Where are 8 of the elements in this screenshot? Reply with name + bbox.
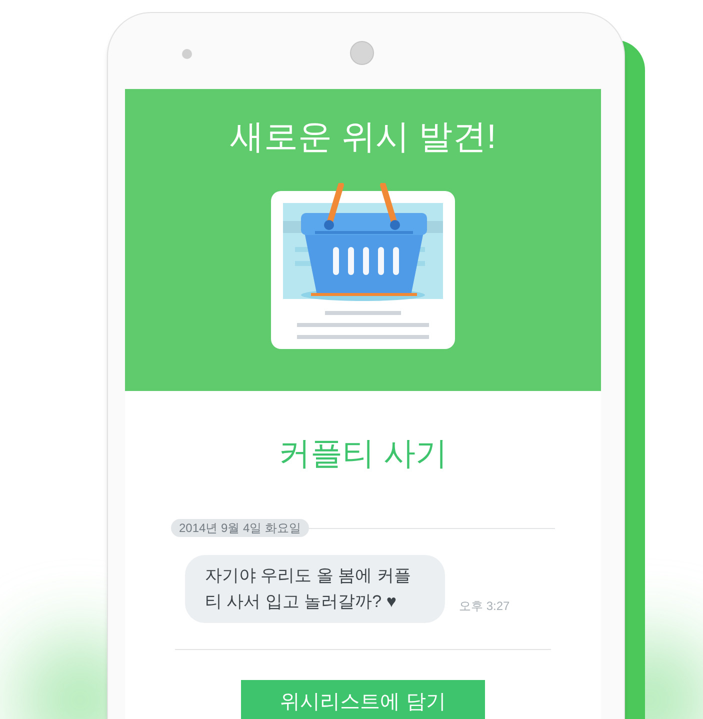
- date-chip: 2014년 9월 4일 화요일: [171, 519, 310, 537]
- item-title: 커플티 사기: [278, 434, 448, 473]
- chat-bubble: 자기야 우리도 올 봄에 커플 티 사서 입고 놀러갈까? ♥: [185, 555, 445, 623]
- header-title: 새로운 위시 발견!: [230, 117, 496, 158]
- camera-icon: [350, 41, 374, 65]
- message-time: 오후 3:27: [459, 598, 510, 615]
- add-to-wishlist-button[interactable]: 위시리스트에 담기: [241, 680, 485, 719]
- sensor-icon: [182, 49, 192, 59]
